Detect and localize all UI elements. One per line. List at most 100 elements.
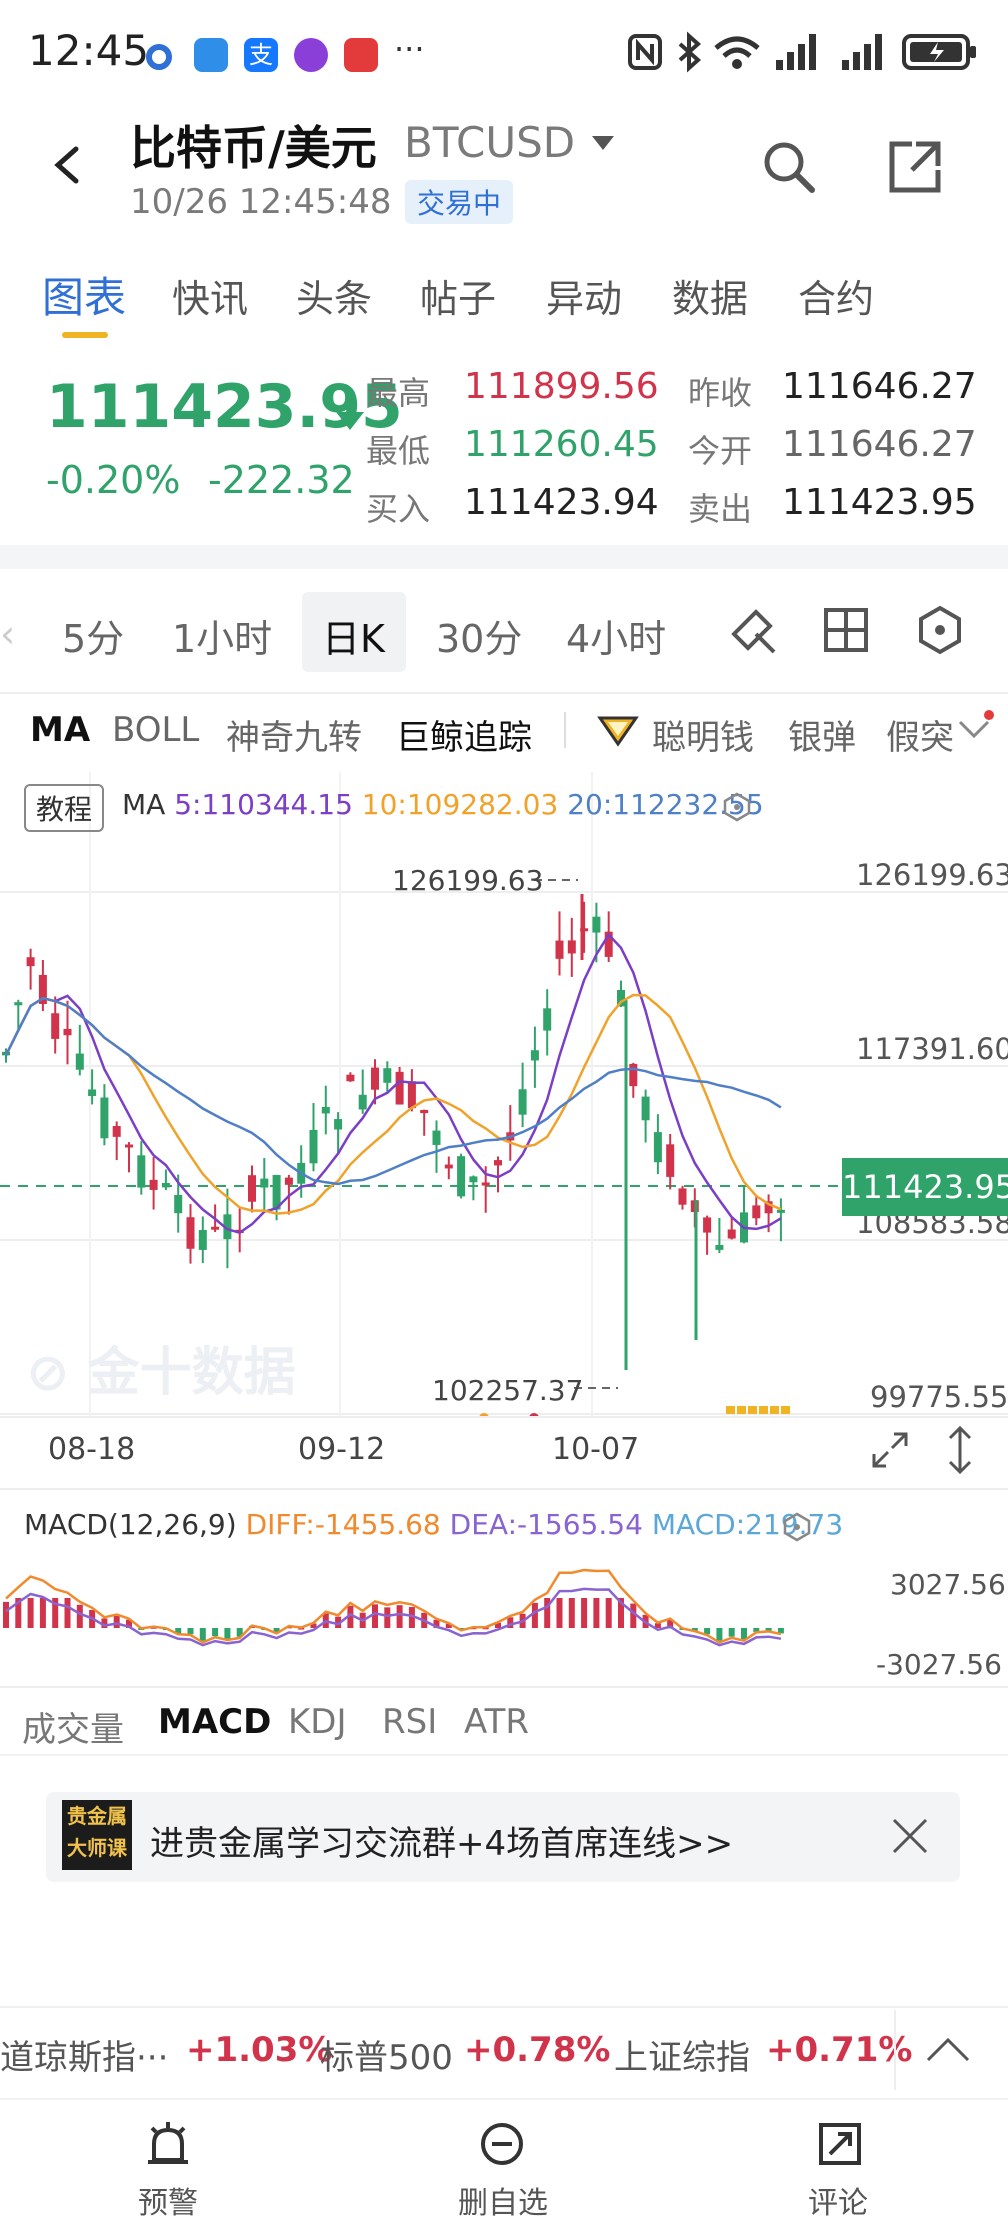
candle-body	[592, 916, 601, 933]
down-arrow-icon	[336, 390, 364, 430]
bid-value: 111423.94	[464, 482, 659, 523]
macd-bar	[581, 1598, 588, 1628]
indicator-whale-tracking[interactable]: 巨鲸追踪	[396, 710, 532, 759]
period-daily[interactable]: 日K	[322, 608, 385, 663]
tab-contracts[interactable]: 合约	[798, 268, 874, 323]
macd-settings-icon[interactable]	[782, 1512, 812, 1542]
indicator-td9[interactable]: 神奇九转	[226, 710, 362, 759]
high-value: 111899.56	[464, 366, 659, 407]
message-app-icon	[194, 38, 228, 72]
candle-body	[678, 1188, 687, 1205]
share-icon[interactable]	[886, 138, 944, 196]
remove-watchlist-icon[interactable]	[478, 2120, 526, 2168]
candle-body	[174, 1194, 183, 1214]
watermark-logo: ⊘ 金十数据	[26, 1343, 296, 1403]
chevron-up-icon[interactable]	[924, 2034, 972, 2064]
quote-datetime: 10/26 12:45:48	[130, 182, 392, 222]
whale-marker	[770, 1406, 779, 1414]
high-label: 最高	[366, 374, 431, 412]
macd-bar	[556, 1598, 563, 1628]
macd-bar	[384, 1607, 391, 1628]
candle-body	[641, 1096, 650, 1121]
indicator-smart-money[interactable]: 聪明钱	[652, 710, 754, 759]
tutorial-button[interactable]: 教程	[24, 784, 105, 832]
x-label-2: 09-12	[298, 1432, 386, 1467]
period-5min[interactable]: 5分	[62, 608, 124, 663]
ma5-line	[4, 932, 782, 1234]
candle-body	[358, 1094, 367, 1110]
candle-body	[420, 1109, 429, 1114]
period-4hour[interactable]: 4小时	[566, 608, 666, 663]
battery-icon	[902, 34, 976, 70]
low-value: 111260.45	[464, 424, 659, 465]
draw-tool-icon[interactable]	[726, 604, 778, 656]
ma-label: MA	[122, 788, 166, 821]
indicator-boll[interactable]: BOLL	[112, 710, 199, 750]
macd-bar	[372, 1604, 378, 1628]
ticker-name-dow[interactable]: 道琼斯指···	[0, 2030, 168, 2079]
alipay-icon: 支	[244, 38, 278, 72]
ma-legend: MA 5:110344.15 10:109282.03 20:112232.55	[122, 788, 764, 821]
tab-chart[interactable]: 图表	[42, 264, 126, 325]
macd-legend: MACD(12,26,9) DIFF:-1455.68 DEA:-1565.54…	[24, 1508, 843, 1541]
candle-body	[469, 1176, 478, 1183]
ticker-name-sp500[interactable]: 标普500	[320, 2030, 453, 2079]
sub-rsi[interactable]: RSI	[382, 1702, 437, 1742]
alarm-bell-icon[interactable]	[144, 2120, 192, 2168]
nav-comment[interactable]: 评论	[808, 2178, 868, 2222]
caret-down-icon[interactable]	[590, 134, 616, 152]
macd-bar	[64, 1598, 71, 1628]
nav-remove-watchlist[interactable]: 删自选	[458, 2178, 548, 2222]
macd-bottom-label: -3027.56	[876, 1648, 1002, 1681]
macd-bar	[224, 1628, 231, 1639]
tab-data[interactable]: 数据	[672, 268, 748, 323]
whale-marker	[748, 1406, 757, 1414]
sub-kdj[interactable]: KDJ	[288, 1702, 347, 1742]
settings-hexagon-icon[interactable]	[914, 604, 966, 656]
tab-headlines[interactable]: 头条	[296, 268, 372, 323]
sub-atr[interactable]: ATR	[464, 1702, 529, 1742]
indicator-silver-bullet[interactable]: 银弹	[788, 710, 856, 759]
fullscreen-icon[interactable]	[868, 1428, 912, 1472]
candle-body	[346, 1074, 355, 1082]
tab-movements[interactable]: 异动	[546, 268, 622, 323]
nav-alert[interactable]: 预警	[138, 2178, 198, 2222]
period-30min[interactable]: 30分	[436, 608, 522, 663]
banner-logo: 贵金属 大师课	[62, 1800, 132, 1870]
back-arrow-icon[interactable]	[48, 145, 88, 185]
candle-body	[88, 1089, 97, 1097]
tab-flash-news[interactable]: 快讯	[172, 268, 248, 323]
banner-text[interactable]: 进贵金属学习交流群+4场首席连线>>	[150, 1816, 733, 1865]
indicator-false-breakout[interactable]: 假突	[886, 710, 956, 759]
ma-settings-icon[interactable]	[722, 792, 752, 822]
macd-bar	[741, 1628, 747, 1640]
ma20-line	[4, 996, 782, 1186]
symbol-selector[interactable]: BTCUSD	[404, 118, 575, 167]
candle-body	[752, 1205, 761, 1219]
macd-bar	[716, 1628, 723, 1641]
macd-bar	[531, 1602, 538, 1628]
section-divider	[0, 545, 1008, 569]
macd-title: MACD(12,26,9)	[24, 1508, 237, 1541]
tab-posts[interactable]: 帖子	[420, 268, 496, 323]
vertical-resize-icon[interactable]	[944, 1424, 976, 1476]
bid-label: 买入	[366, 490, 431, 528]
search-icon[interactable]	[760, 138, 816, 194]
candle-body	[715, 1245, 724, 1250]
macd-bar	[76, 1604, 83, 1628]
macd-diff-line	[5, 1568, 782, 1644]
comment-icon[interactable]	[816, 2120, 864, 2168]
macd-bar	[27, 1598, 34, 1628]
x-label-1: 08-18	[48, 1432, 136, 1467]
sub-macd[interactable]: MACD	[158, 1702, 271, 1742]
close-icon[interactable]	[890, 1816, 930, 1856]
shopping-app-icon	[344, 38, 378, 72]
indicator-ma[interactable]: MA	[30, 710, 90, 750]
layout-grid-icon[interactable]	[820, 604, 872, 656]
candle-body	[75, 1053, 84, 1070]
ticker-name-shanghai[interactable]: 上证综指	[614, 2030, 750, 2079]
sub-volume[interactable]: 成交量	[22, 1702, 124, 1751]
whale-marker	[759, 1406, 768, 1414]
period-1hour[interactable]: 1小时	[172, 608, 272, 663]
trading-status-badge: 交易中	[405, 180, 514, 224]
